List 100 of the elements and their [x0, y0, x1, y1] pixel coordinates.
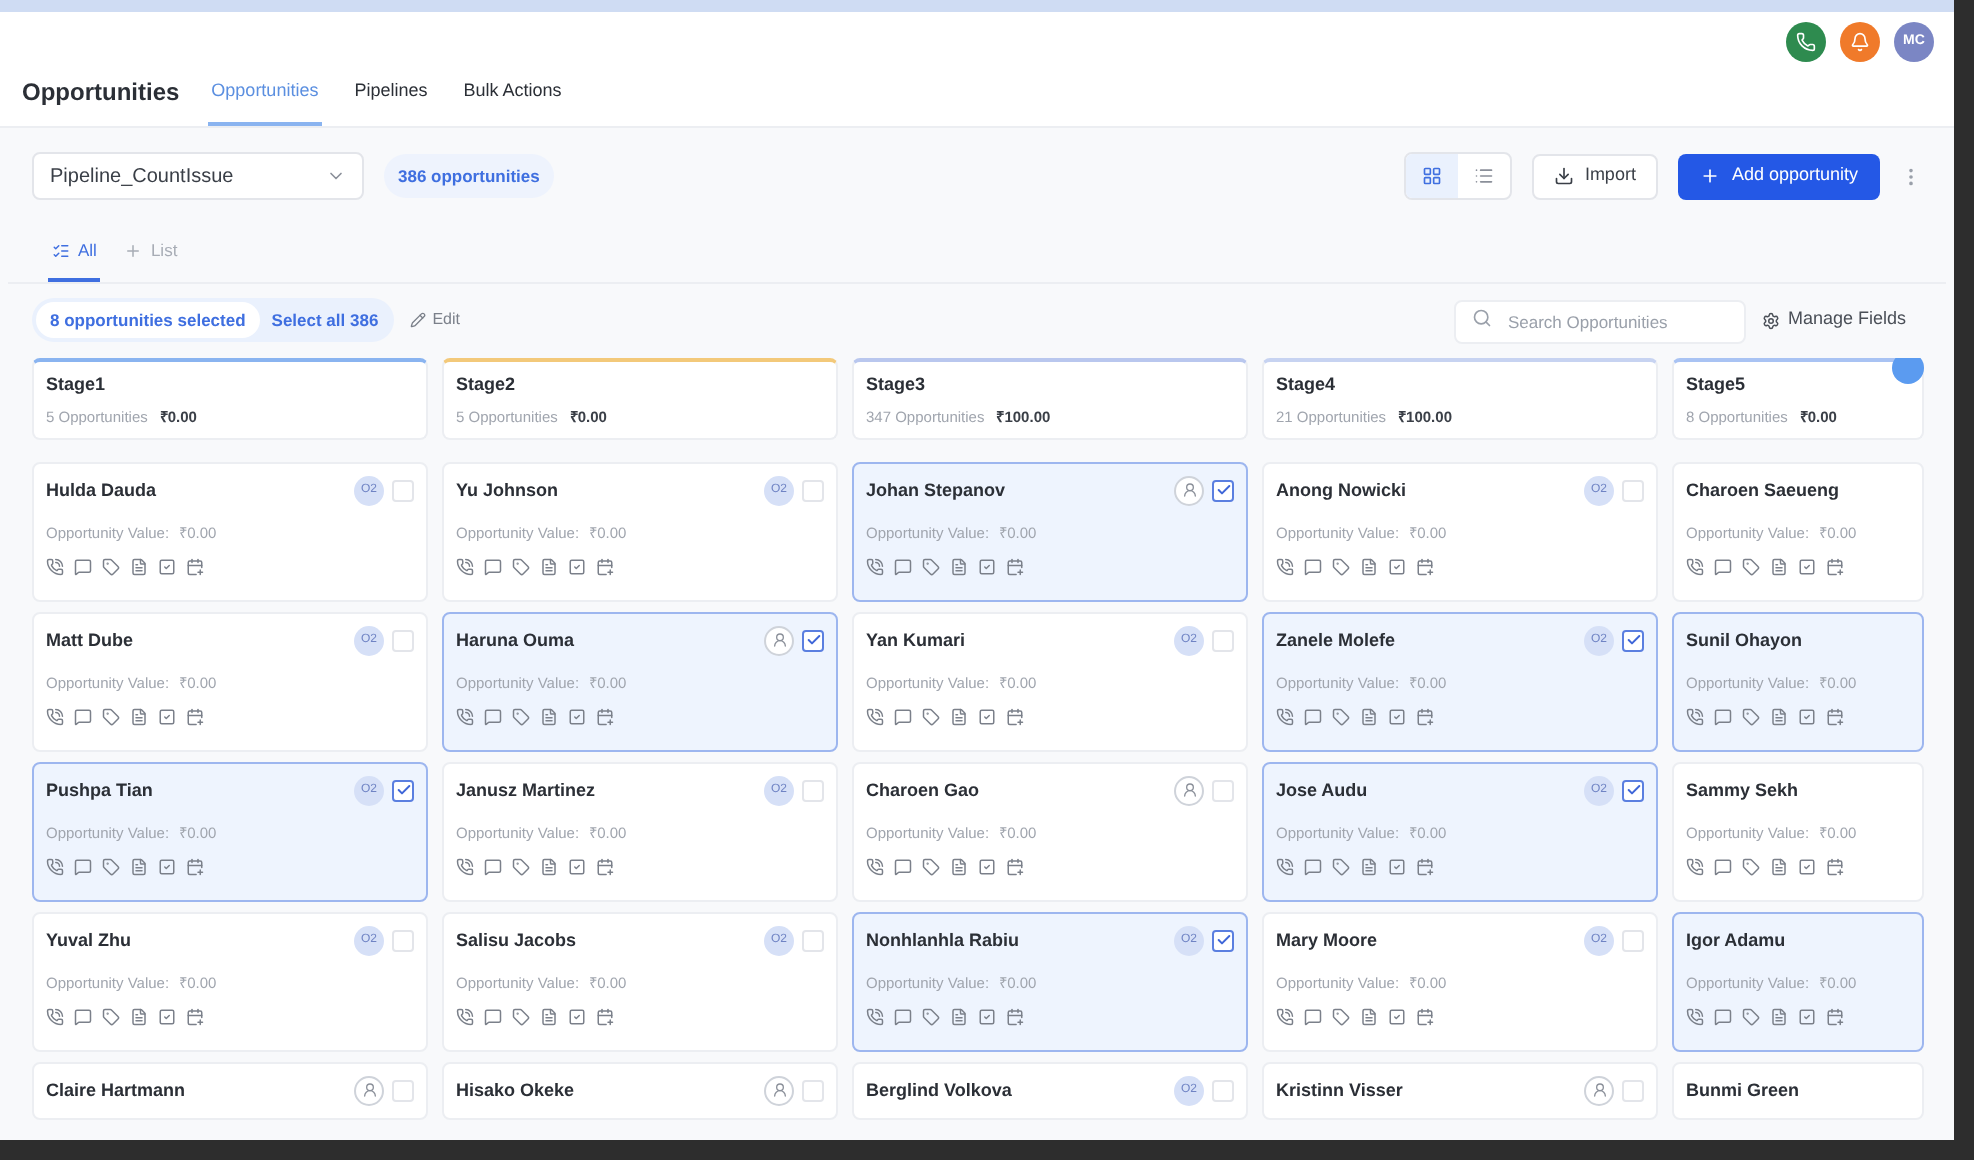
file-icon[interactable] — [950, 558, 968, 576]
tag-icon[interactable] — [1332, 558, 1350, 576]
file-icon[interactable] — [540, 708, 558, 726]
edit-button[interactable]: Edit — [410, 308, 460, 332]
tag-icon[interactable] — [1742, 708, 1760, 726]
phone-call-icon[interactable] — [1276, 858, 1294, 876]
checkbox-icon[interactable] — [158, 708, 176, 726]
checkbox-icon[interactable] — [158, 1008, 176, 1026]
chat-icon[interactable] — [74, 558, 92, 576]
chat-icon[interactable] — [484, 558, 502, 576]
tag-icon[interactable] — [922, 558, 940, 576]
tag-icon[interactable] — [512, 558, 530, 576]
file-icon[interactable] — [1770, 708, 1788, 726]
calendar-icon[interactable] — [1416, 558, 1434, 576]
file-icon[interactable] — [1360, 558, 1378, 576]
checkbox-icon[interactable] — [978, 558, 996, 576]
phone-call-icon[interactable] — [1686, 708, 1704, 726]
checkbox-icon[interactable] — [1798, 558, 1816, 576]
phone-call-icon[interactable] — [866, 858, 884, 876]
chat-icon[interactable] — [1714, 558, 1732, 576]
nav-tab[interactable]: Bulk Actions — [459, 77, 566, 126]
view-tab[interactable]: All — [48, 238, 101, 282]
checkbox-icon[interactable] — [978, 1008, 996, 1026]
opportunity-card[interactable]: Bunmi Green — [1672, 1061, 1924, 1120]
tag-icon[interactable] — [1332, 1008, 1350, 1026]
tag-icon[interactable] — [102, 708, 120, 726]
file-icon[interactable] — [950, 858, 968, 876]
chat-icon[interactable] — [1304, 708, 1322, 726]
select-checkbox[interactable] — [802, 629, 824, 652]
tag-icon[interactable] — [922, 1008, 940, 1026]
chat-icon[interactable] — [1304, 858, 1322, 876]
checkbox-icon[interactable] — [158, 558, 176, 576]
file-icon[interactable] — [950, 1008, 968, 1026]
tag-icon[interactable] — [1332, 858, 1350, 876]
chat-icon[interactable] — [1714, 1008, 1732, 1026]
chat-icon[interactable] — [74, 858, 92, 876]
checkbox-icon[interactable] — [1798, 858, 1816, 876]
opportunity-card[interactable]: Kristinn Visser — [1262, 1061, 1658, 1120]
select-checkbox[interactable] — [392, 779, 414, 802]
file-icon[interactable] — [130, 708, 148, 726]
calendar-icon[interactable] — [186, 858, 204, 876]
chat-icon[interactable] — [484, 1008, 502, 1026]
checkbox-icon[interactable] — [1798, 708, 1816, 726]
tag-icon[interactable] — [512, 858, 530, 876]
chat-icon[interactable] — [1304, 558, 1322, 576]
floating-badge-icon[interactable] — [1892, 358, 1924, 384]
phone-call-icon[interactable] — [456, 858, 474, 876]
calendar-icon[interactable] — [186, 558, 204, 576]
calendar-icon[interactable] — [186, 708, 204, 726]
phone-call-icon[interactable] — [46, 858, 64, 876]
phone-call-icon[interactable] — [456, 1008, 474, 1026]
calendar-icon[interactable] — [1826, 558, 1844, 576]
chat-icon[interactable] — [1714, 858, 1732, 876]
file-icon[interactable] — [1360, 708, 1378, 726]
select-checkbox[interactable] — [1622, 779, 1644, 802]
select-checkbox[interactable] — [1622, 629, 1644, 652]
chat-icon[interactable] — [894, 708, 912, 726]
chat-icon[interactable] — [1304, 1008, 1322, 1026]
calendar-icon[interactable] — [1826, 858, 1844, 876]
phone-call-icon[interactable] — [1686, 1008, 1704, 1026]
phone-call-icon[interactable] — [46, 708, 64, 726]
calendar-icon[interactable] — [596, 1008, 614, 1026]
file-icon[interactable] — [130, 858, 148, 876]
opportunity-card[interactable]: Hisako Okeke — [442, 1061, 838, 1120]
calendar-icon[interactable] — [596, 708, 614, 726]
calendar-icon[interactable] — [1826, 708, 1844, 726]
file-icon[interactable] — [540, 1008, 558, 1026]
checkbox-icon[interactable] — [1388, 708, 1406, 726]
phone-call-icon[interactable] — [866, 1008, 884, 1026]
checkbox-icon[interactable] — [568, 708, 586, 726]
checkbox-icon[interactable] — [1388, 1008, 1406, 1026]
manage-fields-button[interactable]: Manage Fields — [1761, 306, 1922, 334]
chat-icon[interactable] — [74, 708, 92, 726]
calendar-icon[interactable] — [596, 858, 614, 876]
checkbox-icon[interactable] — [1798, 1008, 1816, 1026]
chat-icon[interactable] — [1714, 708, 1732, 726]
calendar-icon[interactable] — [186, 1008, 204, 1026]
import-button[interactable]: Import — [1532, 153, 1658, 199]
search-field[interactable]: Search Opportunities — [1453, 300, 1746, 344]
select-checkbox[interactable] — [1212, 479, 1234, 502]
chat-icon[interactable] — [894, 858, 912, 876]
chat-icon[interactable] — [484, 858, 502, 876]
phone-call-icon[interactable] — [1276, 558, 1294, 576]
calendar-icon[interactable] — [1006, 558, 1024, 576]
add-opportunity-button[interactable]: Add opportunity — [1677, 153, 1880, 199]
chat-icon[interactable] — [74, 1008, 92, 1026]
tag-icon[interactable] — [1742, 1008, 1760, 1026]
calendar-icon[interactable] — [1006, 708, 1024, 726]
checkbox-icon[interactable] — [158, 858, 176, 876]
file-icon[interactable] — [1360, 858, 1378, 876]
tag-icon[interactable] — [1742, 858, 1760, 876]
calendar-icon[interactable] — [1416, 708, 1434, 726]
checkbox-icon[interactable] — [1388, 558, 1406, 576]
grid-view-button[interactable] — [1406, 154, 1459, 198]
file-icon[interactable] — [130, 558, 148, 576]
pipeline-dropdown[interactable]: Pipeline_CountIssue — [32, 152, 364, 200]
file-icon[interactable] — [950, 708, 968, 726]
file-icon[interactable] — [540, 858, 558, 876]
select-all-link[interactable]: Select all 386 — [271, 307, 379, 333]
opportunity-card[interactable]: Claire Hartmann — [32, 1061, 428, 1120]
